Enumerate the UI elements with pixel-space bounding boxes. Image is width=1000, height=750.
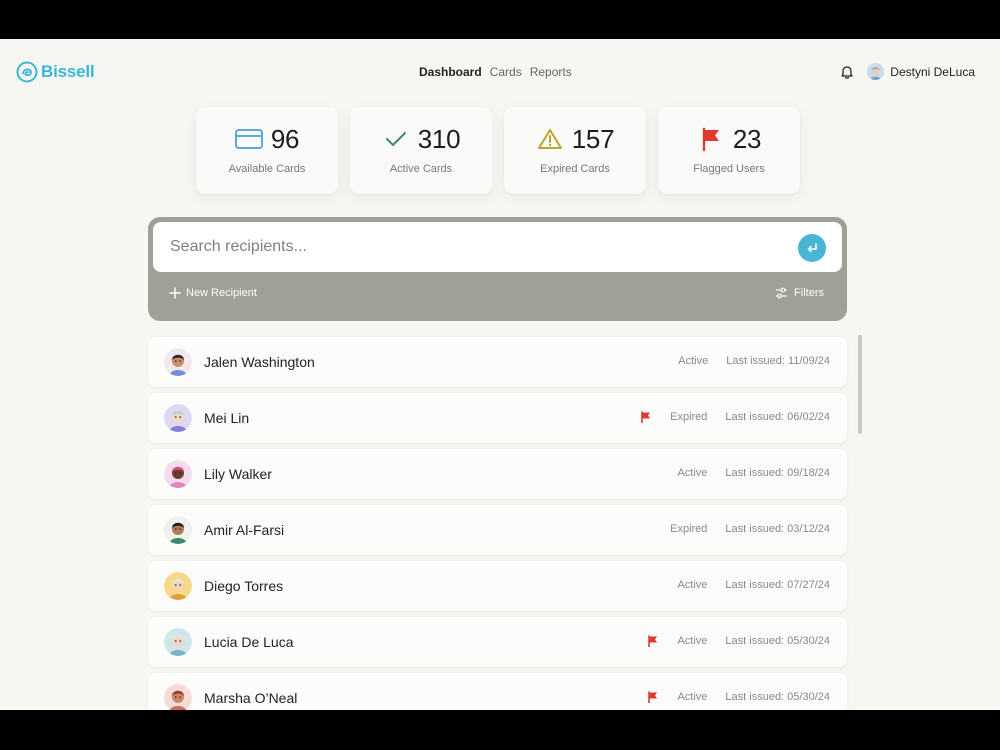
credit-card-icon [234,129,263,149]
recipient-row[interactable]: Lucia De Luca Active Last issued: 05/30/24 [148,617,847,667]
stat-label: Expired Cards [540,163,610,175]
recipient-row[interactable]: Lily Walker Active Last issued: 09/18/24 [148,449,847,499]
recipient-status: Active [677,635,708,647]
recipient-status: Expired [670,523,708,535]
stats-row: 96 Available Cards 310 Active Cards 157 [196,107,800,194]
flag-icon [648,635,658,647]
recipient-meta: Active Last issued: 09/18/24 [677,467,830,479]
recipient-meta: Active Last issued: 05/30/24 [647,691,830,703]
recipient-last-issued: Last issued: 05/30/24 [725,635,830,647]
recipient-last-issued: Last issued: 03/12/24 [725,523,830,535]
search-actions: New Recipient Filters [148,287,847,305]
stat-value: 157 [571,123,615,154]
stat-card-available[interactable]: 96 Available Cards [196,107,338,194]
recipient-avatar [164,516,192,544]
stat-card-expired[interactable]: 157 Expired Cards [504,107,646,194]
stat-value: 23 [732,123,762,154]
flag-icon [641,411,651,423]
scrollbar-thumb[interactable] [858,335,862,434]
stat-value: 310 [417,123,461,154]
recipient-row[interactable]: Marsha O’Neal Active Last issued: 05/30/24 [148,673,847,710]
nav-dashboard[interactable]: Dashboard [419,65,482,79]
new-recipient-button[interactable]: New Recipient [169,287,257,299]
search-panel: New Recipient Filters [148,217,847,321]
main-nav: Dashboard Cards Reports [419,65,572,79]
recipient-status: Active [677,691,708,703]
filters-button[interactable]: Filters [775,287,824,299]
user-avatar[interactable] [867,63,885,80]
nav-cards[interactable]: Cards [490,65,522,79]
recipient-status: Active [678,355,709,367]
plus-icon [169,287,181,299]
check-icon [385,132,406,146]
filters-label: Filters [794,287,824,299]
stat-card-flagged[interactable]: 23 Flagged Users [658,107,800,194]
user-area: Destyni DeLuca [839,63,975,80]
recipient-status: Active [677,579,708,591]
stat-label: Available Cards [228,163,306,175]
recipient-avatar [164,684,192,710]
search-box [153,222,842,272]
user-name[interactable]: Destyni DeLuca [890,65,975,79]
recipient-avatar [164,404,192,432]
recipient-avatar [164,460,192,488]
recipient-meta: Expired Last issued: 06/02/24 [640,411,830,423]
recipient-meta: Active Last issued: 11/09/24 [678,355,830,367]
recipient-list: Jalen Washington Active Last issued: 11/09… [148,337,847,710]
stat-label: Active Cards [389,163,453,175]
recipient-name: Mei Lin [204,410,250,426]
enter-icon [807,243,817,253]
nav-reports[interactable]: Reports [530,65,572,79]
recipient-name: Marsha O’Neal [204,690,298,706]
warning-icon [537,129,562,149]
recipient-row[interactable]: Mei Lin Expired Last issued: 06/02/24 [148,393,847,443]
user-avatar-image [867,63,885,80]
stat-value: 96 [270,123,300,154]
recipient-meta: Active Last issued: 05/30/24 [647,635,830,647]
stat-label: Flagged Users [693,163,765,175]
recipient-avatar [164,628,192,656]
flag-icon [702,127,719,151]
recipient-name: Jalen Washington [204,354,315,370]
logo-text: Bissell [41,62,95,81]
recipient-name: Amir Al-Farsi [204,522,285,538]
logo[interactable]: Bissell [16,61,95,83]
recipient-name: Lucia De Luca [204,634,294,650]
recipient-status: Expired [670,411,708,423]
recipient-last-issued: Last issued: 11/09/24 [726,355,830,367]
app-screen: Bissell Dashboard Cards Reports Destyni … [0,39,1000,710]
search-submit-button[interactable] [798,234,826,262]
flag-icon [648,691,658,703]
recipient-name: Diego Torres [204,578,284,594]
search-input[interactable] [170,235,770,259]
logo-icon [16,61,38,83]
top-bar: Bissell Dashboard Cards Reports Destyni … [0,39,1000,105]
recipient-meta: Expired Last issued: 03/12/24 [670,523,830,535]
recipient-row[interactable]: Amir Al-Farsi Expired Last issued: 03/12/2… [148,505,847,555]
bell-icon[interactable] [839,64,855,80]
recipient-row[interactable]: Jalen Washington Active Last issued: 11/09… [148,337,847,387]
recipient-name: Lily Walker [204,466,272,482]
recipient-avatar [164,572,192,600]
new-recipient-label: New Recipient [186,287,257,299]
stat-card-active[interactable]: 310 Active Cards [350,107,492,194]
recipient-last-issued: Last issued: 07/27/24 [725,579,830,591]
recipient-last-issued: Last issued: 09/18/24 [725,467,830,479]
recipient-meta: Active Last issued: 07/27/24 [677,579,830,591]
recipient-last-issued: Last issued: 05/30/24 [725,691,830,703]
recipient-row[interactable]: Diego Torres Active Last issued: 07/27/24 [148,561,847,611]
sliders-icon [776,287,788,299]
recipient-avatar [164,348,192,376]
recipient-last-issued: Last issued: 06/02/24 [725,411,830,423]
recipient-status: Active [677,467,708,479]
